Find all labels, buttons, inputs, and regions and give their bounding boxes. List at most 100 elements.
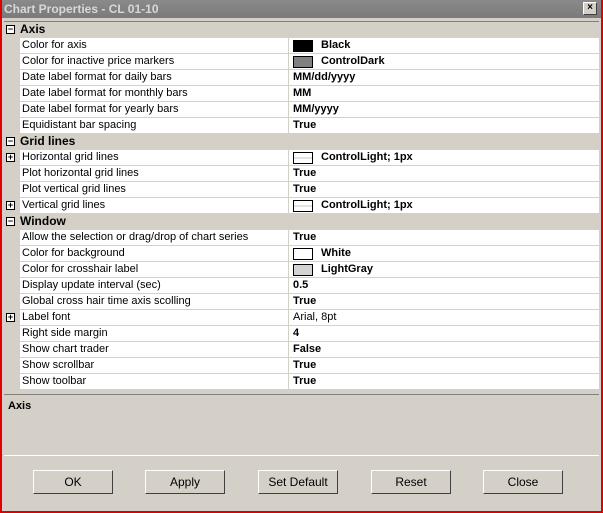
color-swatch	[293, 247, 313, 260]
property-row[interactable]: Equidistant bar spacing True	[4, 118, 599, 134]
property-value[interactable]: LightGray	[289, 262, 599, 277]
close-icon[interactable]: ×	[583, 2, 597, 15]
property-name: Global cross hair time axis scolling	[20, 294, 289, 309]
collapse-icon[interactable]: −	[6, 217, 15, 226]
expand-icon[interactable]: +	[6, 153, 15, 162]
property-row[interactable]: Plot vertical grid lines True	[4, 182, 599, 198]
property-name: Color for background	[20, 246, 289, 261]
chart-properties-window: Chart Properties - CL 01-10 × − Axis Col…	[2, 0, 601, 511]
property-value-text: ControlLight; 1px	[321, 151, 413, 163]
collapse-icon[interactable]: −	[6, 137, 15, 146]
color-swatch	[293, 55, 313, 68]
property-value[interactable]: White	[289, 246, 599, 261]
expand-icon[interactable]: +	[6, 313, 15, 322]
property-value-text: True	[293, 295, 317, 307]
color-swatch	[293, 39, 313, 52]
category-axis[interactable]: − Axis	[4, 22, 599, 38]
property-value[interactable]: MM/dd/yyyy	[289, 70, 599, 85]
property-value[interactable]: ControlLight; 1px	[289, 150, 599, 165]
property-value[interactable]: Black	[289, 38, 599, 53]
property-row[interactable]: Allow the selection or drag/drop of char…	[4, 230, 599, 246]
property-value[interactable]: True	[289, 230, 599, 245]
property-value-text: True	[293, 375, 317, 387]
property-value-text: 4	[293, 327, 300, 339]
property-row[interactable]: Color for axis Black	[4, 38, 599, 54]
description-panel: Axis	[4, 394, 599, 456]
property-value[interactable]: True	[289, 118, 599, 133]
category-window[interactable]: − Window	[4, 214, 599, 230]
apply-button[interactable]: Apply	[145, 470, 225, 494]
property-row[interactable]: Color for crosshair label LightGray	[4, 262, 599, 278]
property-name: Date label format for monthly bars	[20, 86, 289, 101]
property-value[interactable]: False	[289, 342, 599, 357]
property-value-text: True	[293, 167, 317, 179]
property-value-text: MM/dd/yyyy	[293, 71, 356, 83]
category-label: Grid lines	[20, 134, 76, 148]
property-value[interactable]: ControlLight; 1px	[289, 198, 599, 213]
color-swatch	[293, 263, 313, 276]
property-name: Date label format for yearly bars	[20, 102, 289, 117]
property-value-text: MM/yyyy	[293, 103, 339, 115]
property-row[interactable]: + Vertical grid lines ControlLight; 1px	[4, 198, 599, 214]
property-row[interactable]: Show chart trader False	[4, 342, 599, 358]
property-row[interactable]: Right side margin 4	[4, 326, 599, 342]
property-value[interactable]: True	[289, 374, 599, 389]
property-row[interactable]: Display update interval (sec) 0.5	[4, 278, 599, 294]
property-row[interactable]: Color for inactive price markers Control…	[4, 54, 599, 70]
property-value[interactable]: True	[289, 166, 599, 181]
property-name: Color for crosshair label	[20, 262, 289, 277]
set-default-button[interactable]: Set Default	[258, 470, 338, 494]
property-row[interactable]: Date label format for daily bars MM/dd/y…	[4, 70, 599, 86]
color-swatch	[293, 199, 313, 212]
property-value-text: ControlDark	[321, 55, 385, 67]
property-value[interactable]: Arial, 8pt	[289, 310, 599, 325]
description-title: Axis	[8, 400, 32, 412]
ok-button[interactable]: OK	[33, 470, 113, 494]
property-name: Show chart trader	[20, 342, 289, 357]
property-value[interactable]: ControlDark	[289, 54, 599, 69]
category-grid-lines[interactable]: − Grid lines	[4, 134, 599, 150]
property-value-text: True	[293, 359, 317, 371]
property-value-text: 0.5	[293, 279, 309, 291]
property-row[interactable]: Show scrollbar True	[4, 358, 599, 374]
property-value-text: Arial, 8pt	[293, 311, 337, 323]
property-name: Plot horizontal grid lines	[20, 166, 289, 181]
property-value-text: ControlLight; 1px	[321, 199, 413, 211]
reset-button[interactable]: Reset	[371, 470, 451, 494]
property-value[interactable]: True	[289, 358, 599, 373]
property-name: Date label format for daily bars	[20, 70, 289, 85]
property-value-text: True	[293, 183, 317, 195]
expand-icon[interactable]: +	[6, 201, 15, 210]
property-row[interactable]: + Label font Arial, 8pt	[4, 310, 599, 326]
property-value[interactable]: MM/yyyy	[289, 102, 599, 117]
property-name: Vertical grid lines	[20, 198, 289, 213]
property-value-text: White	[321, 247, 351, 259]
property-name: Horizontal grid lines	[20, 150, 289, 165]
property-row[interactable]: Date label format for monthly bars MM	[4, 86, 599, 102]
property-value-text: True	[293, 119, 317, 131]
property-value[interactable]: True	[289, 294, 599, 309]
property-value-text: True	[293, 231, 317, 243]
property-row[interactable]: Color for background White	[4, 246, 599, 262]
property-row[interactable]: Date label format for yearly bars MM/yyy…	[4, 102, 599, 118]
property-name: Color for inactive price markers	[20, 54, 289, 69]
property-row[interactable]: + Horizontal grid lines ControlLight; 1p…	[4, 150, 599, 166]
collapse-icon[interactable]: −	[6, 25, 15, 34]
property-value[interactable]: MM	[289, 86, 599, 101]
property-value-text: MM	[293, 87, 312, 99]
category-label: Axis	[20, 22, 46, 36]
property-value-text: LightGray	[321, 263, 373, 275]
close-button[interactable]: Close	[483, 470, 563, 494]
property-value[interactable]: 4	[289, 326, 599, 341]
property-row[interactable]: Global cross hair time axis scolling Tru…	[4, 294, 599, 310]
property-name: Equidistant bar spacing	[20, 118, 289, 133]
property-row[interactable]: Plot horizontal grid lines True	[4, 166, 599, 182]
property-value[interactable]: True	[289, 182, 599, 197]
property-value[interactable]: 0.5	[289, 278, 599, 293]
window-title: Chart Properties - CL 01-10	[4, 2, 159, 16]
property-name: Color for axis	[20, 38, 289, 53]
color-swatch	[293, 151, 313, 164]
property-value-text: False	[293, 343, 322, 355]
title-bar: Chart Properties - CL 01-10 ×	[2, 0, 601, 18]
property-row[interactable]: Show toolbar True	[4, 374, 599, 390]
